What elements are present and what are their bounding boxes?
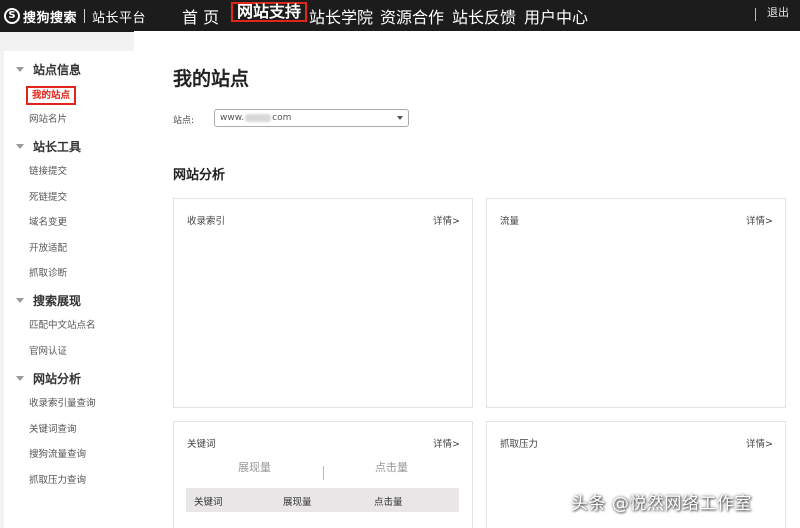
nav-webmaster-feedback[interactable]: 站长反馈 <box>452 4 516 28</box>
impressions-metric: 展现量 <box>238 461 271 474</box>
caret-down-icon <box>16 66 24 72</box>
sidebar-item-match-site-name[interactable]: 匹配中文站点名 <box>29 319 96 333</box>
nav-user-center[interactable]: 用户中心 <box>524 4 588 28</box>
nav-resource-cooperation[interactable]: 资源合作 <box>380 4 444 28</box>
sidebar-section-label: 搜索展现 <box>33 293 82 308</box>
sidebar-item-keyword-query[interactable]: 关键词查询 <box>29 423 77 437</box>
sidebar-item-site-card[interactable]: 网站名片 <box>29 113 67 127</box>
redacted-domain <box>245 113 272 122</box>
sidebar: 站点信息 我的站点 网站名片 站长工具 链接提交 死链提交 域名变更 开放适配 … <box>4 51 134 528</box>
sidebar-item-open-adapt[interactable]: 开放适配 <box>29 242 67 256</box>
logo[interactable]: S 搜狗搜索 站长平台 <box>4 4 146 28</box>
card-title: 流量 <box>500 216 520 227</box>
sidebar-section-label: 站点信息 <box>33 62 82 77</box>
logo-divider <box>84 9 86 23</box>
sidebar-item-crawl-pressure-query[interactable]: 抓取压力查询 <box>29 474 86 488</box>
platform-name: 站长平台 <box>92 10 147 26</box>
caret-down-icon <box>16 375 24 381</box>
sidebar-item-crawl-diagnosis[interactable]: 抓取诊断 <box>29 267 67 281</box>
caret-down-icon <box>16 143 24 149</box>
dropdown-caret-icon <box>397 116 403 120</box>
keyword-table-header: 关键词 展现量 点击量 <box>186 488 459 512</box>
top-bar: S 搜狗搜索 站长平台 首 页 网站支持 站长学院 资源合作 站长反馈 用户中心… <box>0 0 800 32</box>
sidebar-item-deadlink-submit[interactable]: 死链提交 <box>29 191 67 205</box>
caret-down-icon <box>16 297 24 303</box>
sidebar-item-domain-change[interactable]: 域名变更 <box>29 216 67 230</box>
card-title: 关键词 <box>187 439 216 450</box>
sogou-logo-icon: S <box>4 8 20 24</box>
sidebar-item-link-submit[interactable]: 链接提交 <box>29 165 67 179</box>
card-title: 抓取压力 <box>500 439 539 450</box>
nav-divider <box>755 8 756 21</box>
details-link[interactable]: 详情> <box>433 213 460 227</box>
watermark: 头条 @悦然网络工作室 <box>571 494 752 514</box>
nav-home[interactable]: 首 页 <box>182 4 219 28</box>
section-title: 网站分析 <box>173 168 226 183</box>
card-title: 收录索引 <box>187 216 226 227</box>
sidebar-item-traffic-query[interactable]: 搜狗流量查询 <box>29 448 86 462</box>
sidebar-item-my-site[interactable]: 我的站点 <box>26 86 77 105</box>
sidebar-section-label: 网站分析 <box>33 371 82 386</box>
column-header-clicks: 点击量 <box>374 497 403 508</box>
clicks-metric: 点击量 <box>375 461 408 474</box>
sidebar-section-site-analysis[interactable]: 网站分析 <box>4 368 134 388</box>
sidebar-section-label: 站长工具 <box>33 139 82 154</box>
column-header-keyword: 关键词 <box>194 497 223 508</box>
sidebar-section-site-info[interactable]: 站点信息 <box>4 59 134 79</box>
sidebar-item-official-verify[interactable]: 官网认证 <box>29 345 67 359</box>
page-title: 我的站点 <box>173 68 250 90</box>
column-header-impressions: 展现量 <box>283 497 312 508</box>
nav-site-support[interactable]: 网站支持 <box>231 2 308 22</box>
sidebar-section-search-display[interactable]: 搜索展现 <box>4 290 134 310</box>
details-link[interactable]: 详情> <box>746 213 773 227</box>
metric-divider <box>323 466 324 480</box>
card-traffic: 流量 详情> <box>486 198 786 408</box>
site-label: 站点: <box>173 116 195 126</box>
logout-link[interactable]: 退出 <box>767 4 789 20</box>
brand-name: 搜狗搜索 <box>23 10 78 26</box>
site-value-prefix: www. <box>220 113 245 123</box>
site-select[interactable]: www. com <box>214 109 409 127</box>
details-link[interactable]: 详情> <box>433 436 460 450</box>
site-value-suffix: com <box>272 113 292 123</box>
sidebar-section-tools[interactable]: 站长工具 <box>4 136 134 156</box>
sidebar-item-index-query[interactable]: 收录索引量查询 <box>29 397 96 411</box>
details-link[interactable]: 详情> <box>746 436 773 450</box>
card-index: 收录索引 详情> <box>173 198 473 408</box>
nav-webmaster-academy[interactable]: 站长学院 <box>309 4 373 28</box>
